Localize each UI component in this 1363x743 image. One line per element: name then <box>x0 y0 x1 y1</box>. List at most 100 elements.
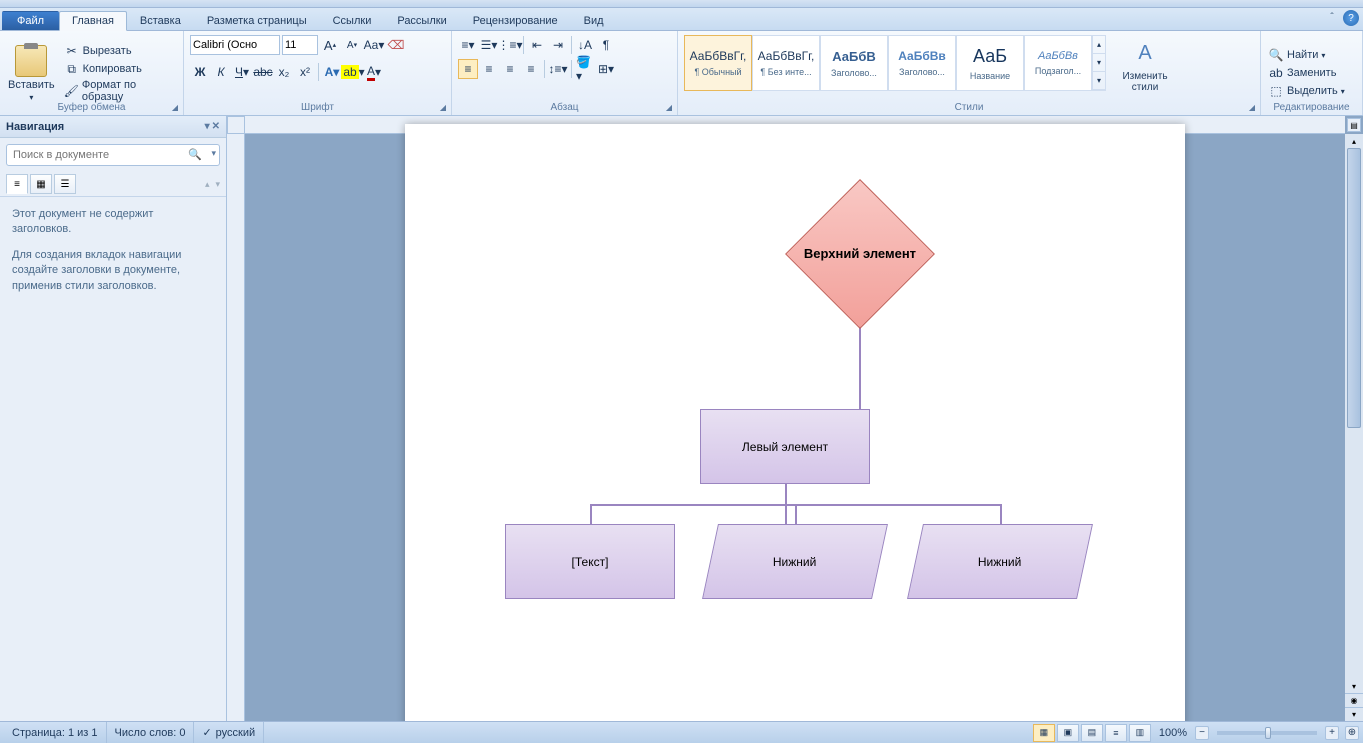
smartart-diagram[interactable]: Верхний элемент Левый элемент [Текст] Ни… <box>505 214 1085 574</box>
zoom-level[interactable]: 100% <box>1159 727 1187 739</box>
view-full-screen[interactable]: ▣ <box>1057 724 1079 742</box>
nav-next-icon[interactable]: ▾ <box>215 179 220 190</box>
view-web[interactable]: ▤ <box>1081 724 1103 742</box>
font-color-button[interactable]: A▾ <box>364 62 384 82</box>
strike-button[interactable]: abc <box>253 62 273 82</box>
title-bar <box>0 0 1363 8</box>
search-dropdown-icon[interactable]: ▾ <box>211 148 216 159</box>
style-subtitle[interactable]: АаБбВвПодзагол... <box>1024 35 1092 91</box>
tab-page-layout[interactable]: Разметка страницы <box>194 11 320 30</box>
nav-tab-pages[interactable]: ▦ <box>30 174 52 194</box>
superscript-button[interactable]: x² <box>295 62 315 82</box>
zoom-slider[interactable] <box>1217 731 1317 735</box>
view-print-layout[interactable]: ▦ <box>1033 724 1055 742</box>
help-icon[interactable]: ? <box>1343 10 1359 26</box>
align-left-button[interactable]: ≡ <box>458 59 478 79</box>
change-case-button[interactable]: Aa▾ <box>364 35 384 55</box>
browse-next-icon[interactable]: ▾ <box>1345 707 1363 721</box>
clear-format-button[interactable]: ⌫ <box>386 35 406 55</box>
status-words[interactable]: Число слов: 0 <box>107 722 195 743</box>
shape-diamond-top[interactable]: Верхний элемент <box>785 214 935 294</box>
find-button[interactable]: 🔍Найти▾ <box>1265 46 1348 64</box>
style-heading1[interactable]: АаБбВЗаголово... <box>820 35 888 91</box>
font-launcher-icon[interactable]: ◢ <box>437 101 449 113</box>
zoom-fit-button[interactable]: ⊕ <box>1345 726 1359 740</box>
nav-menu-icon[interactable]: ▾ <box>205 121 210 132</box>
font-name-combo[interactable] <box>190 35 280 55</box>
ruler-corner[interactable] <box>227 116 245 134</box>
tab-file[interactable]: Файл <box>2 11 59 30</box>
select-button[interactable]: ⬚Выделить▾ <box>1265 82 1348 100</box>
numbering-button[interactable]: ☰▾ <box>479 35 499 55</box>
status-page[interactable]: Страница: 1 из 1 <box>4 722 107 743</box>
tab-view[interactable]: Вид <box>571 11 617 30</box>
status-lang[interactable]: ✓русский <box>194 722 264 743</box>
scroll-up-icon[interactable]: ▴ <box>1345 134 1363 148</box>
nav-tab-headings[interactable]: ≡ <box>6 174 28 194</box>
tab-home[interactable]: Главная <box>59 11 127 31</box>
bullets-button[interactable]: ≡▾ <box>458 35 478 55</box>
shape-para-bottom-3[interactable]: Нижний <box>907 524 1093 599</box>
style-normal[interactable]: АаБбВвГг,¶ Обычный <box>684 35 752 91</box>
minimize-ribbon-icon[interactable]: ˆ <box>1325 10 1339 24</box>
gallery-down-icon[interactable]: ▾ <box>1093 54 1105 72</box>
styles-launcher-icon[interactable]: ◢ <box>1246 101 1258 113</box>
subscript-button[interactable]: x₂ <box>274 62 294 82</box>
sort-button[interactable]: ↓A <box>575 35 595 55</box>
gallery-more-icon[interactable]: ▾ <box>1093 72 1105 90</box>
tab-review[interactable]: Рецензирование <box>460 11 571 30</box>
ruler-toggle-icon[interactable]: ▤ <box>1347 118 1361 132</box>
zoom-in-button[interactable]: + <box>1325 726 1339 740</box>
view-outline[interactable]: ≡ <box>1105 724 1127 742</box>
justify-button[interactable]: ≡ <box>521 59 541 79</box>
paragraph-launcher-icon[interactable]: ◢ <box>663 101 675 113</box>
style-no-spacing[interactable]: АаБбВвГг,¶ Без инте... <box>752 35 820 91</box>
align-center-button[interactable]: ≡ <box>479 59 499 79</box>
multilevel-button[interactable]: ⋮≡▾ <box>500 35 520 55</box>
select-icon: ⬚ <box>1268 83 1284 99</box>
increase-indent-button[interactable]: ⇥ <box>548 35 568 55</box>
document-page[interactable]: Верхний элемент Левый элемент [Текст] Ни… <box>405 124 1185 721</box>
tab-insert[interactable]: Вставка <box>127 11 194 30</box>
underline-button[interactable]: Ч▾ <box>232 62 252 82</box>
line-spacing-button[interactable]: ↕≡▾ <box>548 59 568 79</box>
decrease-indent-button[interactable]: ⇤ <box>527 35 547 55</box>
nav-close-icon[interactable]: ✕ <box>212 121 220 132</box>
nav-tab-results[interactable]: ☰ <box>54 174 76 194</box>
zoom-out-button[interactable]: − <box>1195 726 1209 740</box>
vertical-ruler[interactable] <box>227 134 245 721</box>
borders-button[interactable]: ⊞▾ <box>596 59 616 79</box>
tab-references[interactable]: Ссылки <box>320 11 385 30</box>
shape-rect-bottom-1[interactable]: [Текст] <box>505 524 675 599</box>
shrink-font-button[interactable]: A▾ <box>342 35 362 55</box>
browse-prev-icon[interactable]: ◉ <box>1345 693 1363 707</box>
search-icon[interactable]: 🔍 <box>188 148 202 161</box>
shape-para-bottom-2[interactable]: Нижний <box>702 524 888 599</box>
nav-prev-icon[interactable]: ▴ <box>205 179 210 190</box>
highlight-button[interactable]: ab▾ <box>343 62 363 82</box>
font-size-combo[interactable] <box>282 35 318 55</box>
shape-rect-left[interactable]: Левый элемент <box>700 409 870 484</box>
tab-mailings[interactable]: Рассылки <box>384 11 459 30</box>
gallery-up-icon[interactable]: ▴ <box>1093 36 1105 54</box>
style-heading2[interactable]: АаБбВвЗаголово... <box>888 35 956 91</box>
italic-button[interactable]: К <box>211 62 231 82</box>
grow-font-button[interactable]: A▴ <box>320 35 340 55</box>
align-right-button[interactable]: ≡ <box>500 59 520 79</box>
scroll-down-icon[interactable]: ▾ <box>1345 679 1363 693</box>
vertical-scrollbar[interactable]: ▴ ▾ ◉ ▾ <box>1345 134 1363 721</box>
text-effects-button[interactable]: A▾ <box>322 62 342 82</box>
cut-button[interactable]: ✂Вырезать <box>61 42 179 60</box>
replace-button[interactable]: abЗаменить <box>1265 64 1348 82</box>
font-group-label: Шрифт <box>184 101 451 114</box>
view-draft[interactable]: ▥ <box>1129 724 1151 742</box>
style-title[interactable]: АаБНазвание <box>956 35 1024 91</box>
clipboard-launcher-icon[interactable]: ◢ <box>169 101 181 113</box>
change-styles-button[interactable]: A Изменить стили <box>1114 35 1176 95</box>
connector <box>590 504 592 524</box>
shading-button[interactable]: 🪣▾ <box>575 59 595 79</box>
scroll-thumb[interactable] <box>1347 148 1361 428</box>
copy-button[interactable]: ⧉Копировать <box>61 60 179 78</box>
bold-button[interactable]: Ж <box>190 62 210 82</box>
show-marks-button[interactable]: ¶ <box>596 35 616 55</box>
